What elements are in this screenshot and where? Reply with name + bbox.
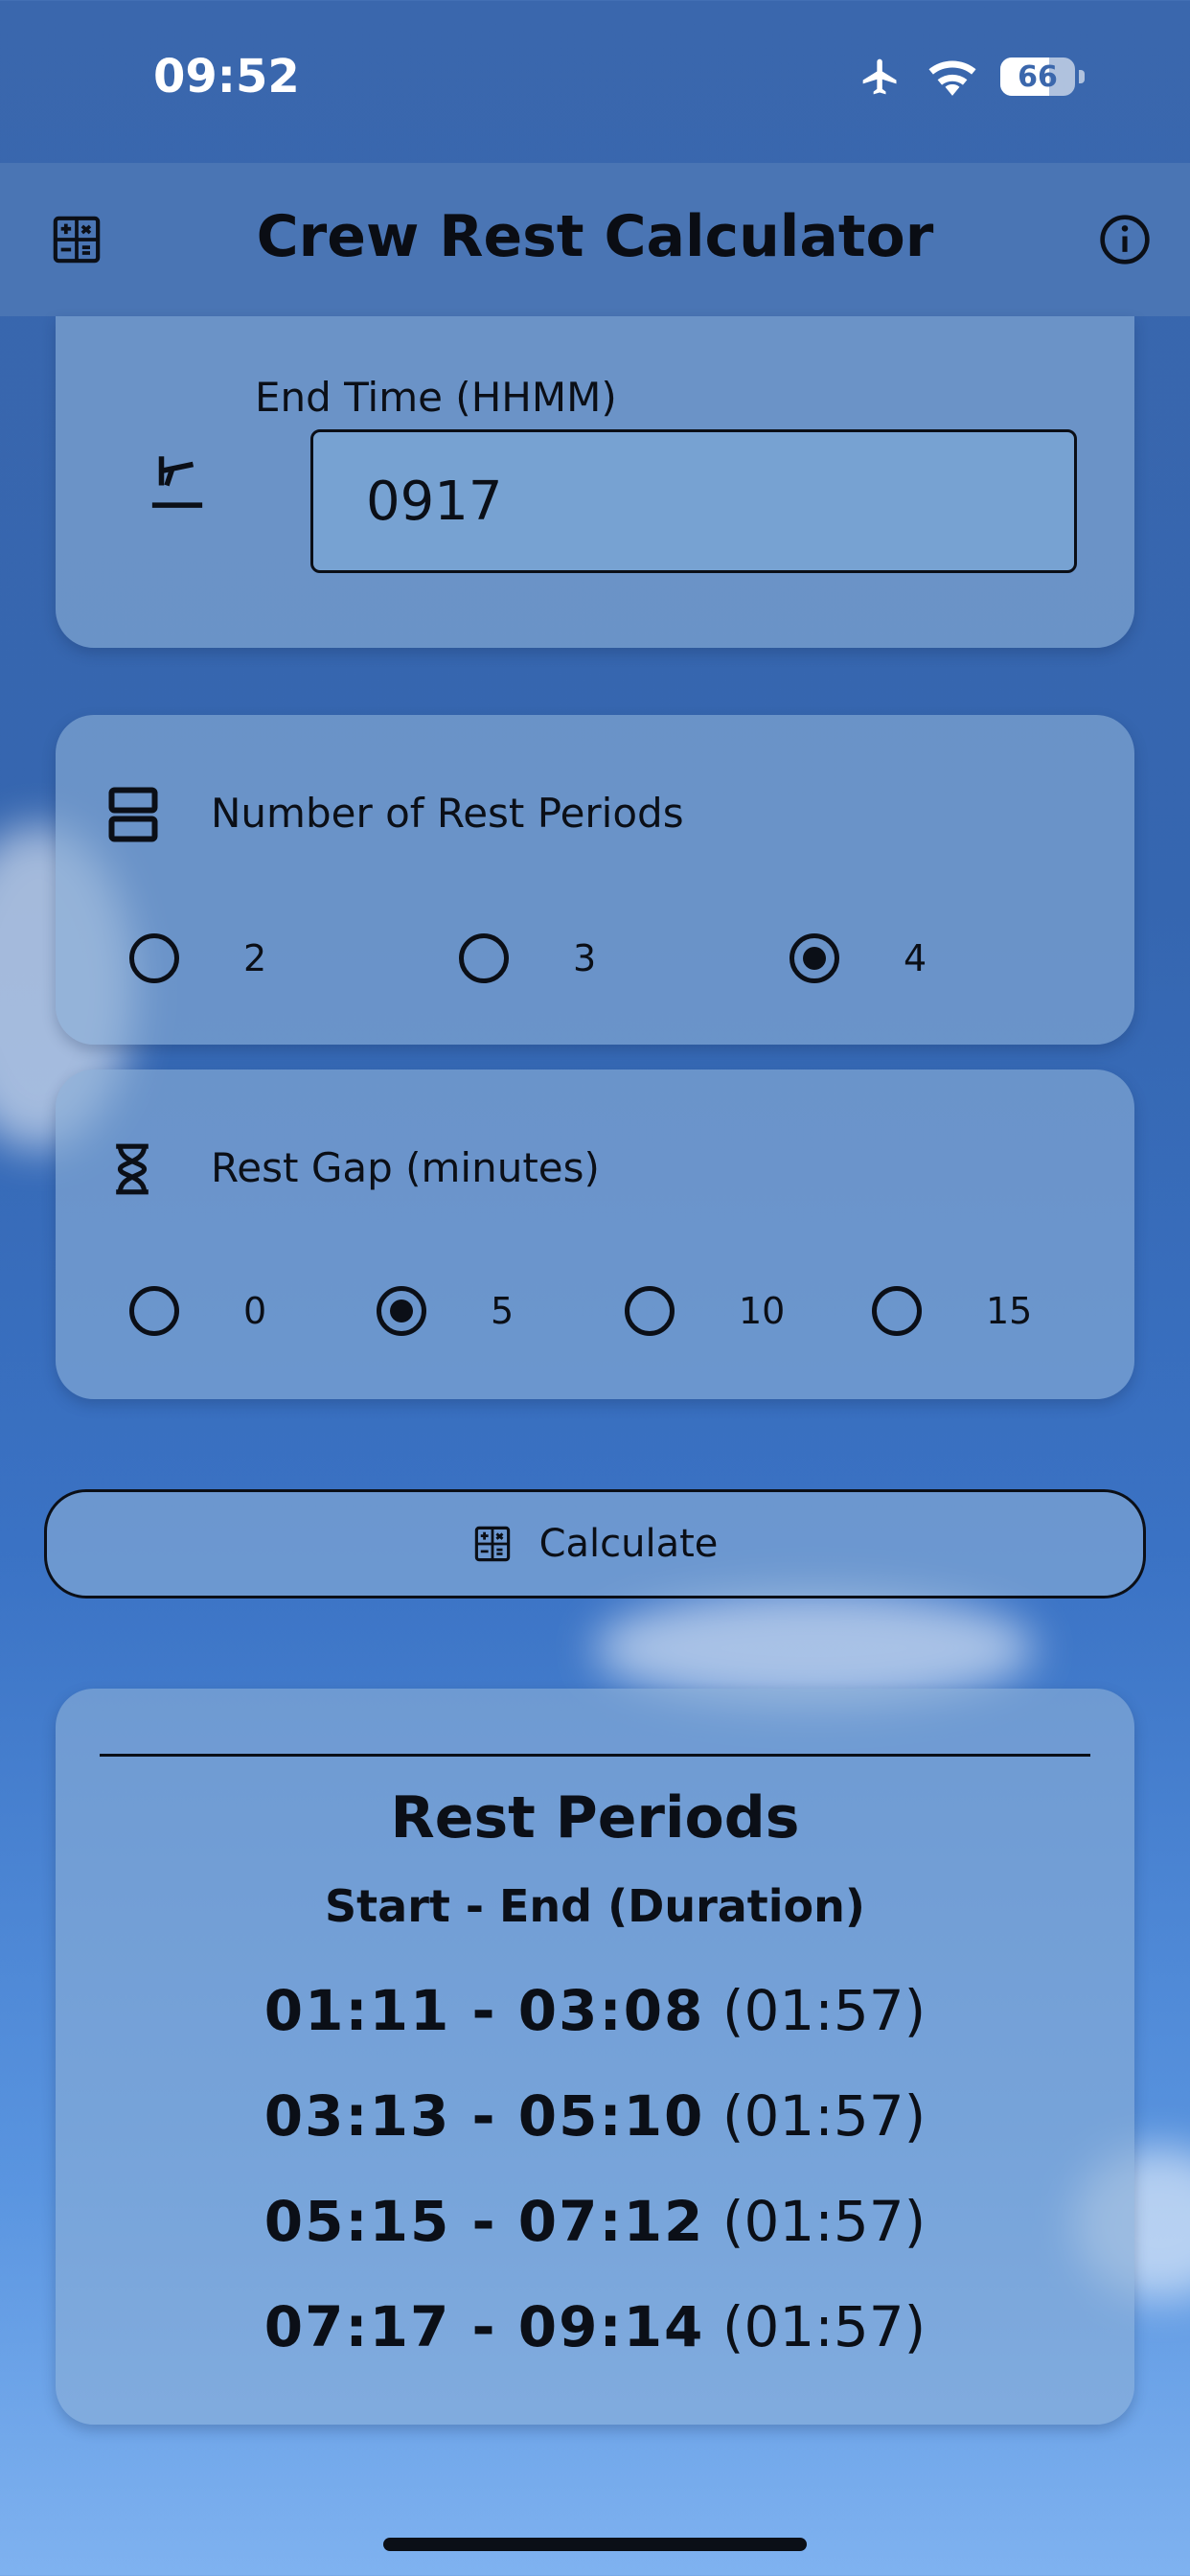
battery-level: 66 [1018, 60, 1058, 94]
status-time: 09:52 [153, 50, 300, 104]
rest-periods-option-4: 4 [904, 937, 927, 979]
hourglass-icon [116, 1143, 149, 1195]
rest-gap-label: Rest Gap (minutes) [211, 1144, 600, 1191]
rest-gap-radio-5[interactable] [377, 1286, 426, 1336]
result-row: 05:15 - 07:12 (01:57) [56, 2189, 1134, 2254]
results-subtitle: Start - End (Duration) [325, 1880, 865, 1932]
result-row: 07:17 - 09:14 (01:57) [56, 2294, 1134, 2359]
airplane-mode-icon [862, 58, 897, 95]
end-time-field[interactable] [310, 429, 1077, 573]
result-duration: (01:57) [721, 2294, 927, 2359]
home-indicator[interactable] [383, 2538, 807, 2551]
result-duration: (01:57) [721, 2083, 927, 2149]
calculate-button-label: Calculate [538, 1522, 719, 1566]
rest-periods-option-3: 3 [573, 937, 597, 979]
result-row: 01:11 - 03:08 (01:57) [56, 1978, 1134, 2043]
rest-periods-label: Number of Rest Periods [211, 790, 684, 837]
result-range: 01:11 - 03:08 [263, 1978, 705, 2043]
rest-periods-radio-2[interactable] [129, 933, 179, 983]
calculator-icon [474, 1526, 510, 1562]
rest-gap-radio-15[interactable] [872, 1286, 922, 1336]
info-icon[interactable] [1098, 213, 1152, 266]
split-view-icon [108, 787, 158, 842]
end-time-card: End Time (HHMM) [56, 316, 1134, 648]
rest-gap-option-5: 5 [491, 1290, 515, 1332]
battery-tip [1079, 70, 1085, 83]
wifi-icon [928, 60, 976, 96]
result-range: 05:15 - 07:12 [263, 2189, 705, 2254]
plane-landing-icon [151, 456, 203, 508]
results-title: Rest Periods [390, 1784, 800, 1852]
results-card: Rest Periods Start - End (Duration) 01:1… [56, 1689, 1134, 2425]
rest-periods-radio-3[interactable] [459, 933, 509, 983]
rest-gap-card: Rest Gap (minutes) 0 5 10 15 [56, 1070, 1134, 1399]
results-divider [100, 1754, 1090, 1757]
rest-gap-radio-10[interactable] [625, 1286, 675, 1336]
battery-indicator: 66 [1000, 58, 1075, 96]
calculate-button[interactable]: Calculate [44, 1489, 1146, 1598]
page-title: Crew Rest Calculator [256, 203, 934, 270]
end-time-label: End Time (HHMM) [255, 374, 617, 421]
result-duration: (01:57) [721, 1978, 927, 2043]
rest-gap-option-15: 15 [986, 1290, 1033, 1332]
result-duration: (01:57) [721, 2189, 927, 2254]
result-range: 03:13 - 05:10 [263, 2083, 705, 2149]
status-icons: 66 [857, 56, 1085, 98]
status-bar: 09:52 66 [0, 0, 1190, 163]
rest-gap-option-0: 0 [243, 1290, 267, 1332]
result-range: 07:17 - 09:14 [263, 2294, 705, 2359]
rest-gap-radio-0[interactable] [129, 1286, 179, 1336]
result-row: 03:13 - 05:10 (01:57) [56, 2083, 1134, 2149]
end-time-input[interactable] [366, 471, 941, 533]
app-header: Crew Rest Calculator [0, 163, 1190, 316]
rest-gap-option-10: 10 [739, 1290, 786, 1332]
rest-periods-radio-4[interactable] [790, 933, 839, 983]
rest-periods-card: Number of Rest Periods 2 3 4 [56, 715, 1134, 1045]
rest-periods-option-2: 2 [243, 937, 267, 979]
